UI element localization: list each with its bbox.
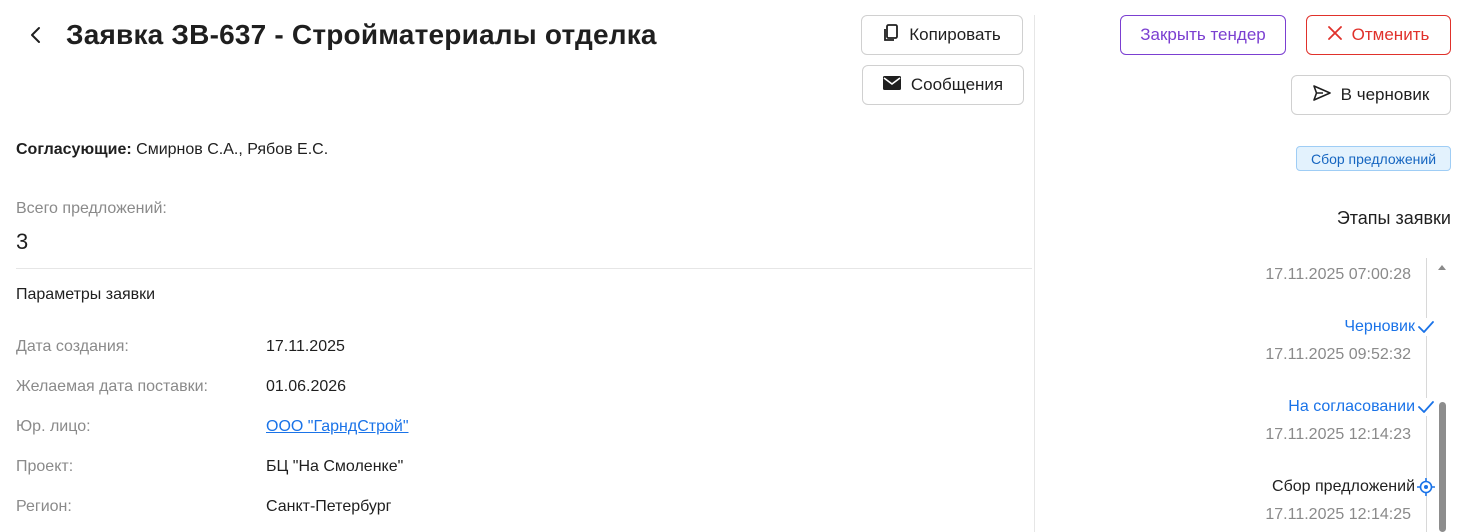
tender-request-page: Заявка ЗВ-637 - Стройматериалы отделка К… bbox=[0, 0, 1467, 532]
section-divider bbox=[16, 268, 1032, 269]
approvers: Согласующие: Смирнов С.А., Рябов Е.С. bbox=[16, 141, 328, 159]
stage-date: 17.11.2025 12:14:23 bbox=[1265, 426, 1411, 443]
param-value: БЦ "На Смоленке" bbox=[266, 458, 404, 475]
chevron-left-icon bbox=[29, 26, 43, 49]
approvers-value: Смирнов С.А., Рябов Е.С. bbox=[136, 141, 329, 158]
copy-button-label: Копировать bbox=[909, 25, 1001, 44]
stage-name-collecting: Сбор предложений bbox=[1272, 478, 1415, 495]
cancel-button[interactable]: Отменить bbox=[1306, 15, 1451, 55]
check-icon bbox=[1417, 398, 1435, 416]
to-draft-label: В черновик bbox=[1340, 85, 1430, 104]
close-tender-label: Закрыть тендер bbox=[1140, 25, 1266, 44]
stage-name-draft: Черновик bbox=[1344, 318, 1415, 335]
scrollbar-thumb[interactable] bbox=[1439, 402, 1446, 532]
legal-entity-link[interactable]: ООО "ГарндСтрой" bbox=[266, 418, 409, 436]
send-icon bbox=[1312, 84, 1331, 106]
stages-title: Этапы заявки bbox=[1336, 208, 1451, 228]
stage-date: 17.11.2025 12:14:25 bbox=[1265, 506, 1411, 523]
param-label: Проект: bbox=[16, 458, 74, 475]
to-draft-button[interactable]: В черновик bbox=[1291, 75, 1451, 115]
copy-icon bbox=[883, 23, 899, 47]
target-icon bbox=[1417, 478, 1435, 496]
envelope-icon bbox=[882, 75, 901, 95]
messages-button-label: Сообщения bbox=[910, 75, 1004, 94]
back-button[interactable] bbox=[24, 25, 48, 49]
approvers-label: Согласующие: bbox=[16, 141, 132, 158]
messages-button[interactable]: Сообщения bbox=[862, 65, 1024, 105]
stage-date: 17.11.2025 09:52:32 bbox=[1265, 346, 1411, 363]
param-label: Регион: bbox=[16, 498, 72, 515]
cancel-label: Отменить bbox=[1351, 25, 1430, 44]
page-title: Заявка ЗВ-637 - Стройматериалы отделка bbox=[66, 19, 657, 50]
copy-button[interactable]: Копировать bbox=[861, 15, 1023, 55]
close-tender-button[interactable]: Закрыть тендер bbox=[1120, 15, 1286, 55]
param-label: Желаемая дата поставки: bbox=[16, 378, 208, 395]
param-label: Юр. лицо: bbox=[16, 418, 91, 435]
stage-name-approval: На согласовании bbox=[1288, 398, 1415, 415]
stage-date: 17.11.2025 07:00:28 bbox=[1265, 266, 1411, 283]
scroll-up-arrow-icon[interactable] bbox=[1437, 262, 1447, 272]
check-icon bbox=[1417, 318, 1435, 336]
param-value: 17.11.2025 bbox=[266, 338, 345, 355]
total-offers-label: Всего предложений: bbox=[16, 200, 167, 217]
close-icon bbox=[1327, 25, 1342, 45]
column-divider bbox=[1034, 15, 1035, 532]
param-value: 01.06.2026 bbox=[266, 378, 347, 395]
param-value: Санкт-Петербург bbox=[266, 498, 392, 515]
total-offers-value: 3 bbox=[16, 229, 29, 254]
status-badge: Сбор предложений bbox=[1296, 146, 1451, 171]
param-label: Дата создания: bbox=[16, 338, 129, 355]
params-section-title: Параметры заявки bbox=[16, 286, 156, 303]
